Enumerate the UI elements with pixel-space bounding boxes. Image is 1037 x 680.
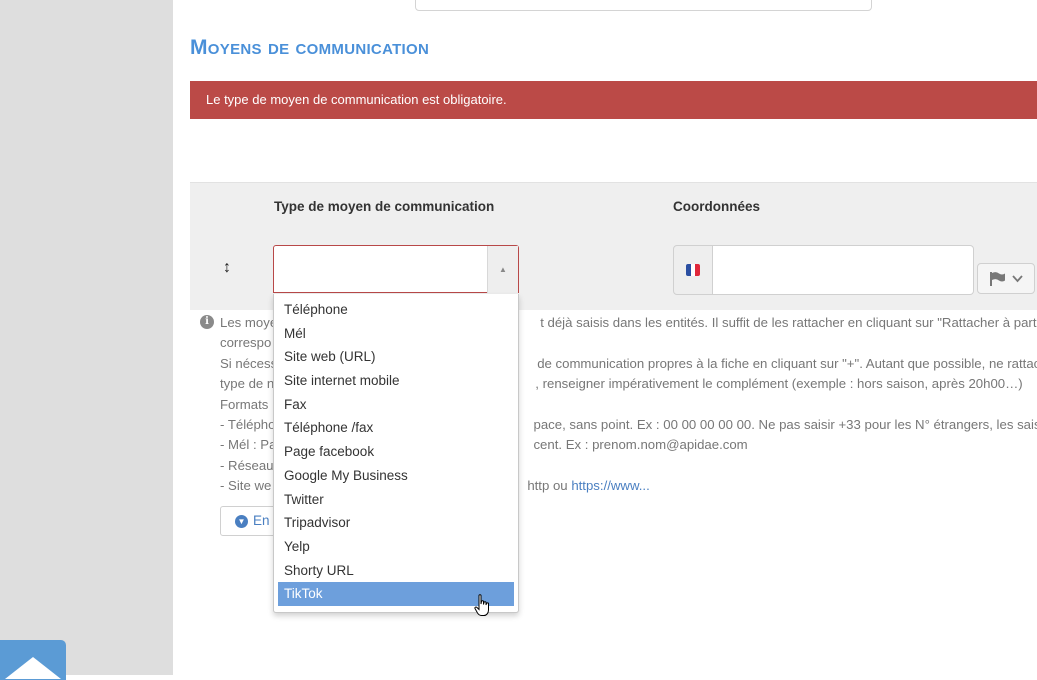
column-header-type: Type de moyen de communication (274, 199, 495, 214)
help-line: de communication propres à la fiche en c… (537, 355, 1037, 371)
error-alert-message: Le type de moyen de communication est ob… (206, 92, 507, 107)
help-line: type de n (220, 376, 275, 392)
dropdown-option[interactable]: Shorty URL (278, 559, 514, 583)
help-line: correspo (220, 335, 272, 351)
france-flag-icon (686, 264, 700, 276)
help-line: , renseigner impérativement le complémen… (535, 376, 1023, 392)
section-title: Moyens de communication (190, 36, 430, 59)
dropdown-option[interactable]: Mél (278, 322, 514, 346)
chevron-down-icon (1012, 274, 1023, 282)
dropdown-option-list: Téléphone Mél Site web (URL) Site internet … (274, 294, 518, 606)
dropdown-option[interactable]: Site web (URL) (278, 345, 514, 369)
dropdown-option[interactable]: Téléphone /fax (278, 416, 514, 440)
help-line: t déjà saisis dans les entités. Il suffi… (540, 315, 1037, 330)
dropdown-option[interactable]: Téléphone (278, 298, 514, 322)
help-line: pace, sans point. Ex : 00 00 00 00 00. N… (533, 417, 1037, 433)
hand-cursor-icon (474, 594, 489, 616)
country-addon (673, 245, 713, 295)
chevron-circle-down-icon: ▼ (235, 515, 248, 528)
help-line: http ou (527, 478, 572, 494)
type-select[interactable]: ▲ (273, 245, 519, 293)
column-header-coords: Coordonnées (673, 199, 761, 214)
info-icon: i (200, 315, 214, 329)
arrow-up-icon (5, 657, 61, 679)
dropdown-option[interactable]: Google My Business (278, 464, 514, 488)
flag-dropdown-button[interactable] (977, 263, 1035, 294)
dropdown-option[interactable]: Fax (278, 393, 514, 417)
dropdown-option[interactable]: Twitter (278, 488, 514, 512)
dropdown-option[interactable]: Page facebook (278, 440, 514, 464)
help-line: - Réseau (220, 457, 274, 473)
error-alert: Le type de moyen de communication est ob… (190, 81, 1037, 119)
coordinates-input[interactable] (713, 245, 974, 295)
help-line: cent. Ex : prenom.nom@apidae.com (533, 437, 748, 453)
help-line: Formats (220, 396, 269, 412)
help-line: - Télépho (220, 417, 276, 433)
previous-field-input[interactable] (415, 0, 872, 11)
help-link[interactable]: https://www... (571, 478, 649, 493)
dropdown-option[interactable]: Tripadvisor (278, 511, 514, 535)
drag-handle-icon[interactable]: ↕ (223, 259, 231, 277)
expand-button-label: En (253, 513, 270, 528)
scroll-to-top-button[interactable] (0, 640, 66, 680)
dropdown-option[interactable]: Yelp (278, 535, 514, 559)
dropdown-option[interactable]: Site internet mobile (278, 369, 514, 393)
left-gutter (0, 0, 173, 675)
help-line: - Site we (220, 478, 272, 494)
caret-up-icon[interactable]: ▲ (487, 246, 518, 293)
table-header: Type de moyen de communication Coordonné… (190, 182, 1037, 230)
help-line: - Mél : Pa (220, 437, 277, 453)
help-line: Les moye (220, 315, 278, 330)
flag-icon (990, 271, 1005, 286)
type-dropdown-menu: Téléphone Mél Site web (URL) Site internet … (273, 294, 519, 613)
help-line: Si nécess (220, 355, 278, 371)
